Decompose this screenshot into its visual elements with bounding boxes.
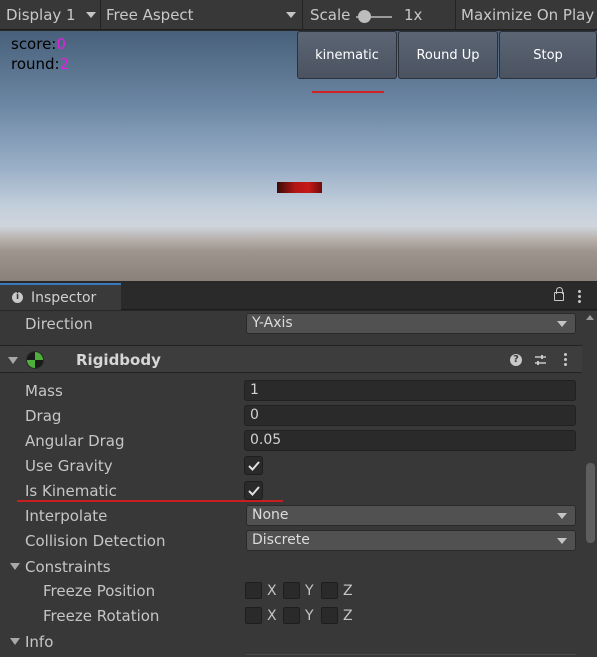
display-label: Display 1 <box>6 6 76 24</box>
axis-z-label: Z <box>343 608 353 624</box>
scroll-up-arrow-icon[interactable] <box>586 315 594 320</box>
fold-arrow-icon[interactable] <box>10 638 20 645</box>
axis-y-label: Y <box>305 583 314 599</box>
round-label: round: <box>11 55 60 73</box>
freeze-position-label: Freeze Position <box>43 582 156 600</box>
scale-slider-handle[interactable] <box>358 10 371 23</box>
info-foldout[interactable]: Info <box>25 633 53 651</box>
round-display: round:2 <box>11 55 69 73</box>
scrollbar-thumb[interactable] <box>586 463 595 543</box>
chevron-down-icon <box>557 321 567 327</box>
angular-drag-label: Angular Drag <box>25 432 125 450</box>
score-value: 0 <box>56 35 66 53</box>
component-title: Rigidbody <box>76 351 161 369</box>
freeze-position-x-checkbox[interactable] <box>245 582 262 599</box>
constraints-foldout[interactable]: Constraints <box>25 558 111 576</box>
rigidbody-icon <box>26 351 44 369</box>
inspector-scrollbar[interactable] <box>584 311 597 657</box>
toolbar-divider <box>455 0 456 30</box>
chevron-down-icon <box>86 12 96 18</box>
red-block-object <box>277 182 322 193</box>
aspect-dropdown[interactable]: Free Aspect <box>106 3 302 27</box>
score-label: score: <box>11 35 57 53</box>
toolbar-divider <box>100 0 101 30</box>
mass-field[interactable]: 1 <box>244 380 576 401</box>
interpolate-label: Interpolate <box>25 507 108 525</box>
freeze-rotation-z-checkbox[interactable] <box>321 607 338 624</box>
annotation-underline <box>312 91 384 93</box>
fold-arrow-icon[interactable] <box>10 563 20 570</box>
round-value: 2 <box>59 55 70 73</box>
toolbar-divider <box>302 0 303 30</box>
direction-value: Y-Axis <box>252 315 293 331</box>
freeze-rotation-x-checkbox[interactable] <box>245 607 262 624</box>
freeze-position-z-checkbox[interactable] <box>321 582 338 599</box>
fold-arrow-icon[interactable] <box>8 357 18 364</box>
use-gravity-checkbox[interactable] <box>244 456 263 475</box>
interpolate-dropdown[interactable]: None <box>246 505 576 526</box>
drag-label: Drag <box>25 407 62 425</box>
checkmark-icon <box>248 461 260 471</box>
freeze-rotation-label: Freeze Rotation <box>43 607 160 625</box>
maximize-on-play-toggle[interactable]: Maximize On Play <box>461 3 594 27</box>
scale-value: 1x <box>404 6 423 24</box>
game-viewport[interactable]: score:0 round:2 kinematic Round Up Stop <box>0 31 597 281</box>
rigidbody-component-header[interactable]: Rigidbody ? <box>0 345 582 373</box>
angular-drag-field[interactable]: 0.05 <box>244 430 576 451</box>
game-view-toolbar: Display 1 Free Aspect Scale 1x Maximize … <box>0 0 597 30</box>
direction-dropdown[interactable]: Y-Axis <box>246 313 576 334</box>
lock-icon[interactable] <box>554 287 564 301</box>
stop-button[interactable]: Stop <box>499 31 597 79</box>
axis-x-label: X <box>267 583 277 599</box>
mass-label: Mass <box>25 382 63 400</box>
chevron-down-icon <box>286 12 296 18</box>
kebab-menu-icon[interactable] <box>564 353 568 367</box>
chevron-down-icon <box>557 513 567 519</box>
axis-z-label: Z <box>343 583 353 599</box>
chevron-down-icon <box>557 538 567 544</box>
inspector-tab[interactable]: i Inspector <box>0 283 121 310</box>
is-kinematic-label: Is Kinematic <box>25 482 117 500</box>
checkmark-icon <box>248 486 260 496</box>
freeze-rotation-y-checkbox[interactable] <box>283 607 300 624</box>
display-dropdown[interactable]: Display 1 <box>6 3 98 27</box>
kebab-menu-icon[interactable] <box>578 290 582 304</box>
inspector-header: i Inspector <box>0 283 597 310</box>
collision-detection-dropdown[interactable]: Discrete <box>246 530 576 551</box>
direction-label: Direction <box>25 315 93 333</box>
axis-y-label: Y <box>305 608 314 624</box>
aspect-label: Free Aspect <box>106 6 194 24</box>
collision-detection-label: Collision Detection <box>25 532 166 550</box>
round-up-button[interactable]: Round Up <box>398 31 498 79</box>
drag-field[interactable]: 0 <box>244 405 576 426</box>
inspector-tab-label: Inspector <box>31 290 97 306</box>
scale-label: Scale <box>310 6 351 24</box>
freeze-position-y-checkbox[interactable] <box>283 582 300 599</box>
unity-editor: Display 1 Free Aspect Scale 1x Maximize … <box>0 0 597 657</box>
annotation-underline <box>17 500 283 502</box>
score-display: score:0 <box>11 35 66 53</box>
interpolate-value: None <box>252 507 289 523</box>
axis-x-label: X <box>267 608 277 624</box>
use-gravity-label: Use Gravity <box>25 457 113 475</box>
preset-icon[interactable] <box>534 354 547 367</box>
kinematic-button[interactable]: kinematic <box>297 31 397 79</box>
is-kinematic-checkbox[interactable] <box>244 481 263 500</box>
info-icon: i <box>12 292 23 303</box>
help-icon[interactable]: ? <box>510 354 522 366</box>
collision-detection-value: Discrete <box>252 532 310 548</box>
